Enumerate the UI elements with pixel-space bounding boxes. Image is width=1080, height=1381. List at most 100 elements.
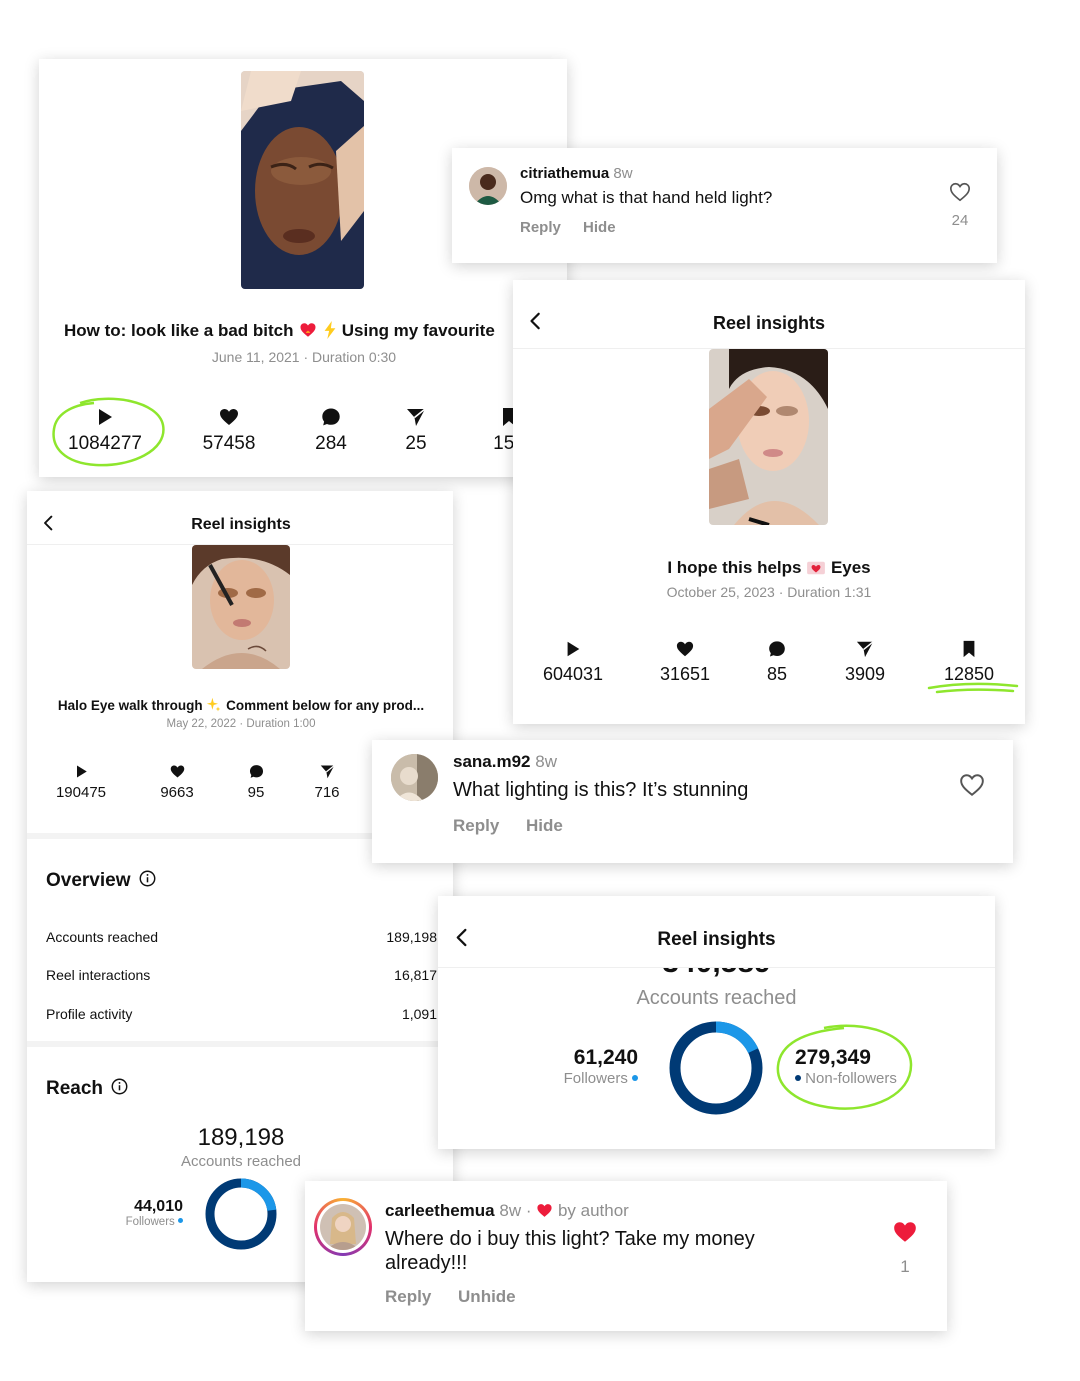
lightning-emoji xyxy=(323,321,337,344)
comment-text: What lighting is this? It’s stunning xyxy=(453,779,749,801)
reel-title: Halo Eye walk through Comment below for … xyxy=(27,697,453,716)
comments-count: 85 xyxy=(766,664,788,684)
reel-card-4: Reel insights 340,589 Accounts reached 6… xyxy=(438,896,995,1149)
followers-label-row: Followers xyxy=(97,1216,183,1228)
highlight-circle xyxy=(776,1024,913,1110)
shares-stat: 3909 xyxy=(825,640,905,685)
reel-meta: June 11, 2021 · Duration 0:30 xyxy=(211,349,397,365)
comment-header: citriathemua 8w xyxy=(520,165,633,182)
heart-outline-icon[interactable] xyxy=(959,772,985,798)
reel-thumbnail[interactable] xyxy=(709,349,828,525)
comment-username[interactable]: sana.m92 xyxy=(453,752,531,771)
comment-age: 8w xyxy=(613,165,633,182)
reel-title-text: Halo Eye walk through xyxy=(57,698,203,713)
heart-outline-icon[interactable] xyxy=(949,181,971,203)
reel-card-2: Reel insights I hope this helps Eyes Oct… xyxy=(513,280,1025,724)
reach-donut xyxy=(669,1021,763,1115)
section-divider xyxy=(27,1041,453,1047)
heart-icon xyxy=(676,640,694,658)
overview-row-value: 16,817 xyxy=(394,967,437,983)
comment-icon xyxy=(768,640,786,658)
unhide-button[interactable]: Unhide xyxy=(458,1287,516,1306)
overview-row-value: 189,198 xyxy=(386,929,437,945)
author-heart-icon xyxy=(536,1202,553,1219)
hide-button[interactable]: Hide xyxy=(526,816,563,835)
shares-count: 716 xyxy=(314,784,340,801)
followers-legend: 44,010 Followers xyxy=(97,1198,183,1228)
comment-card-2: sana.m92 8w What lighting is this? It’s … xyxy=(372,740,1013,863)
reel-title: I hope this helps Eyes xyxy=(513,558,1025,581)
avatar[interactable] xyxy=(469,167,507,205)
reply-button[interactable]: Reply xyxy=(453,816,499,835)
likes-stat: 57458 xyxy=(189,407,269,455)
avatar[interactable] xyxy=(320,1204,366,1250)
reach-heading: Reach xyxy=(46,1078,128,1100)
comment-username[interactable]: carleethemua xyxy=(385,1201,495,1220)
info-icon[interactable] xyxy=(111,1078,128,1095)
liked-heart-icon[interactable] xyxy=(892,1219,918,1245)
hide-button[interactable]: Hide xyxy=(583,219,616,236)
overview-row-value: 1,091 xyxy=(401,1006,437,1022)
comment-actions: Reply Unhide xyxy=(385,1287,516,1307)
reply-button[interactable]: Reply xyxy=(520,219,561,236)
followers-label-row: Followers xyxy=(538,1070,638,1087)
reel-thumbnail[interactable] xyxy=(192,545,290,669)
avatar[interactable] xyxy=(391,754,438,801)
comment-icon xyxy=(249,764,264,779)
highlight-underline xyxy=(927,682,1019,694)
share-icon xyxy=(856,640,874,658)
shares-stat: 716 xyxy=(287,764,367,801)
header-title: Reel insights xyxy=(712,313,826,333)
followers-dot xyxy=(178,1218,183,1223)
comment-actions: Reply Hide xyxy=(520,219,616,236)
share-icon xyxy=(406,407,426,427)
comment-header: sana.m92 8w xyxy=(453,752,557,772)
comment-like-count: 24 xyxy=(951,212,969,229)
followers-value: 44,010 xyxy=(134,1198,183,1215)
followers-legend: 61,240 Followers xyxy=(538,1046,638,1087)
header-title: Reel insights xyxy=(657,929,776,950)
comment-actions: Reply Hide xyxy=(453,816,563,836)
shares-stat: 25 xyxy=(376,407,456,455)
comments-stat: 85 xyxy=(737,640,817,685)
reel-title: How to: look like a bad bitch Using my f… xyxy=(64,321,567,344)
comment-header: carleethemua 8w · by author xyxy=(385,1201,629,1221)
reel-title-suffix: Using my favourite xyxy=(341,321,495,340)
info-icon[interactable] xyxy=(139,870,156,887)
play-icon xyxy=(564,640,582,658)
overview-title: Overview xyxy=(46,870,131,891)
overview-heading: Overview xyxy=(46,870,156,892)
comments-stat: 95 xyxy=(216,764,296,801)
accounts-reached-value: 340,589 xyxy=(438,968,995,980)
followers-dot xyxy=(632,1075,638,1081)
likes-count: 57458 xyxy=(202,433,256,454)
comment-age: 8w · xyxy=(499,1201,532,1220)
comment-like-count: 1 xyxy=(900,1257,910,1276)
followers-value: 61,240 xyxy=(573,1046,638,1069)
comment-card-1: citriathemua 8w Omg what is that hand he… xyxy=(452,148,997,263)
reel-card-3: Reel insights Halo Eye walk through Comm… xyxy=(27,491,453,1282)
shares-count: 3909 xyxy=(844,664,886,684)
heart-fire-emoji xyxy=(298,321,318,344)
reel-meta: May 22, 2022 · Duration 1:00 xyxy=(166,718,316,730)
reel-meta: October 25, 2023 · Duration 1:31 xyxy=(666,584,872,600)
highlight-circle xyxy=(52,397,165,467)
reel-title-text: I hope this helps xyxy=(667,558,802,577)
plays-count: 190475 xyxy=(55,784,107,801)
overview-row-label: Reel interactions xyxy=(46,967,151,983)
reach-label: Accounts reached xyxy=(180,1153,302,1170)
reply-button[interactable]: Reply xyxy=(385,1287,431,1306)
reel-title-suffix: Comment below for any prod... xyxy=(226,698,425,713)
likes-count: 9663 xyxy=(160,784,194,801)
comments-count: 95 xyxy=(247,784,265,801)
comment-username[interactable]: citriathemua xyxy=(520,165,609,182)
followers-label: Followers xyxy=(125,1216,175,1228)
reach-donut xyxy=(205,1178,277,1250)
comment-icon xyxy=(321,407,341,427)
saves-stat: 12850 xyxy=(929,640,1009,685)
avatar-story-ring[interactable] xyxy=(314,1198,372,1256)
followers-label: Followers xyxy=(563,1070,628,1087)
accounts-reached-label: Accounts reached xyxy=(636,987,797,1009)
reel-thumbnail[interactable] xyxy=(241,71,364,289)
overview-row-label: Accounts reached xyxy=(46,929,159,945)
